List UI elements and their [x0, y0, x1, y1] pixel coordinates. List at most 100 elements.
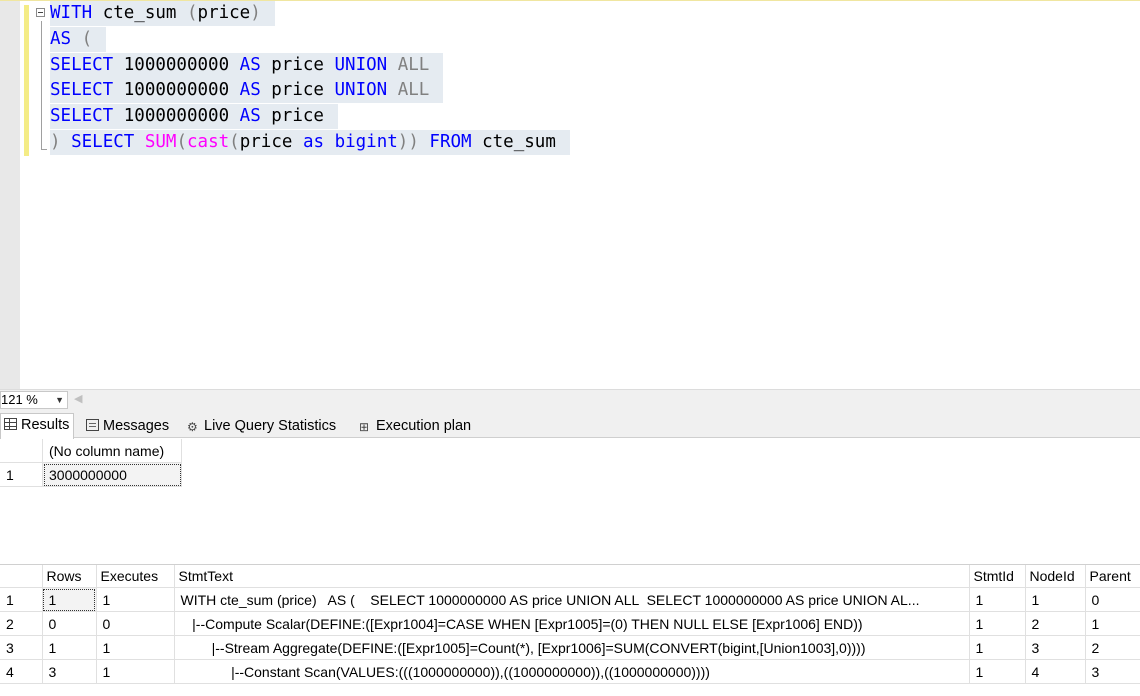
collapse-region-icon[interactable] — [36, 8, 45, 17]
table-row[interactable]: 431 |--Constant Scan(VALUES:(((100000000… — [0, 659, 1140, 684]
tab-execution-plan-label: Execution plan — [376, 418, 472, 434]
editor-gutter — [0, 1, 20, 390]
code-line[interactable]: AS ( — [50, 26, 107, 52]
code-token: SELECT — [50, 80, 114, 101]
result-cell[interactable]: 3000000000 — [42, 462, 182, 487]
messages-icon — [86, 419, 99, 431]
executes-cell[interactable]: 0 — [96, 611, 175, 636]
stmtid-cell[interactable]: 1 — [969, 587, 1026, 612]
stmttext-cell[interactable]: |--Compute Scalar(DEFINE:([Expr1004]=CAS… — [174, 611, 970, 636]
table-row[interactable]: 1 3000000000 — [0, 462, 182, 487]
code-line[interactable]: ) SELECT SUM(cast(price as bigint)) FROM… — [50, 130, 570, 155]
table-row[interactable]: 1 1 1 WITH cte_sum (price) AS ( SELECT 1000… — [0, 587, 1140, 612]
code-token: UNION — [334, 80, 388, 101]
chevron-down-icon: ▼ — [55, 395, 64, 405]
executes-cell[interactable]: 1 — [96, 587, 175, 612]
column-header[interactable]: (No column name) — [42, 439, 182, 463]
table-row[interactable]: 311 |--Stream Aggregate(DEFINE:([Expr100… — [0, 635, 1140, 660]
code-token: SELECT — [71, 132, 135, 152]
code-line[interactable]: SELECT 1000000000 AS price — [50, 104, 338, 130]
execution-plan-icon: ⊞ — [359, 420, 370, 434]
tab-live-query-statistics-label: Live Query Statistics — [204, 418, 337, 434]
sql-editor[interactable]: WITH cte_sum (price) AS (SELECT 100000000… — [0, 0, 1140, 390]
code-token: SELECT — [50, 54, 114, 75]
results-grid[interactable]: (No column name) 1 3000000000 — [0, 439, 1140, 564]
column-header-stmtid[interactable]: StmtId — [969, 565, 1026, 588]
stmttext-cell[interactable]: |--Stream Aggregate(DEFINE:([Expr1005]=C… — [174, 635, 970, 660]
code-token: WITH — [50, 3, 93, 23]
change-tracking-bar — [24, 5, 29, 156]
live-stats-icon: ⚙ — [187, 420, 198, 434]
parent-cell[interactable]: 2 — [1085, 635, 1140, 660]
parent-cell[interactable]: 0 — [1085, 587, 1140, 612]
nodeid-cell[interactable]: 2 — [1025, 611, 1086, 636]
row-number[interactable]: 2 — [0, 611, 43, 636]
tab-results-label: Results — [21, 417, 70, 433]
code-token: ( — [186, 3, 198, 23]
row-number[interactable]: 3 — [0, 635, 43, 660]
table-row[interactable]: 200 |--Compute Scalar(DEFINE:([Expr1004]… — [0, 611, 1140, 636]
code-line[interactable]: SELECT 1000000000 AS price UNION ALL — [50, 52, 444, 78]
scroll-left-icon[interactable]: ◀ — [74, 392, 82, 405]
code-token: UNION — [334, 54, 388, 75]
code-token: ) — [50, 132, 61, 152]
grid-icon — [4, 418, 17, 430]
code-token: ( — [71, 28, 93, 49]
column-header-parent[interactable]: Parent — [1085, 565, 1140, 588]
executes-cell[interactable]: 1 — [96, 659, 175, 684]
code-token: AS — [239, 54, 261, 75]
executes-cell[interactable]: 1 — [96, 635, 175, 660]
stmtid-cell[interactable]: 1 — [969, 635, 1026, 660]
column-header-nodeid[interactable]: NodeId — [1025, 565, 1086, 588]
nodeid-cell[interactable]: 1 — [1025, 587, 1086, 612]
code-token: ALL — [387, 80, 430, 101]
rows-cell[interactable]: 3 — [42, 659, 97, 684]
row-number[interactable]: 1 — [0, 587, 43, 612]
code-line[interactable]: WITH cte_sum (price) — [50, 1, 275, 26]
code-token: )) — [397, 132, 419, 152]
column-header-executes[interactable]: Executes — [96, 565, 175, 588]
rows-cell[interactable]: 0 — [42, 611, 97, 636]
column-header-stmttext[interactable]: StmtText — [174, 565, 970, 588]
row-number[interactable]: 4 — [0, 659, 43, 684]
code-token: price — [260, 106, 324, 127]
code-token: 1000000000 — [113, 54, 240, 75]
stmttext-cell[interactable]: |--Constant Scan(VALUES:(((1000000000)),… — [174, 659, 970, 684]
parent-cell[interactable]: 1 — [1085, 611, 1140, 636]
code-token: price — [239, 132, 303, 152]
results-table: (No column name) 1 3000000000 — [0, 439, 182, 487]
stmtid-cell[interactable]: 1 — [969, 659, 1026, 684]
code-token: price — [197, 3, 251, 23]
tab-results[interactable]: Results — [0, 413, 75, 439]
nodeid-cell[interactable]: 4 — [1025, 659, 1086, 684]
zoom-dropdown[interactable]: 121 % ▼ — [0, 391, 68, 409]
statistics-grid[interactable]: Rows Executes StmtText StmtId NodeId Par… — [0, 564, 1140, 696]
code-token: ( — [229, 132, 240, 152]
row-header-corner — [0, 439, 43, 463]
code-token: 1000000000 — [113, 106, 240, 127]
code-token: AS — [239, 80, 261, 101]
code-token: price — [260, 80, 335, 101]
column-header-rows[interactable]: Rows — [42, 565, 97, 588]
code-token: ( — [176, 132, 188, 152]
tab-live-query-statistics[interactable]: ⚙ Live Query Statistics — [184, 415, 340, 438]
row-number[interactable]: 1 — [0, 462, 43, 487]
editor-status-bar: 121 % ▼ ◀ — [0, 389, 1140, 410]
nodeid-cell[interactable]: 3 — [1025, 635, 1086, 660]
code-token: SUM — [144, 132, 177, 152]
rows-cell[interactable]: 1 — [42, 587, 97, 612]
stmttext-cell[interactable]: WITH cte_sum (price) AS ( SELECT 1000000… — [174, 587, 970, 612]
code-token: AS — [50, 28, 72, 49]
stmtid-cell[interactable]: 1 — [969, 611, 1026, 636]
tab-messages[interactable]: Messages — [83, 415, 173, 438]
row-header-corner — [0, 565, 43, 588]
tab-messages-label: Messages — [103, 418, 170, 434]
code-line[interactable]: SELECT 1000000000 AS price UNION ALL — [50, 78, 444, 104]
tab-execution-plan[interactable]: ⊞ Execution plan — [356, 415, 475, 438]
parent-cell[interactable]: 3 — [1085, 659, 1140, 684]
rows-cell[interactable]: 1 — [42, 635, 97, 660]
